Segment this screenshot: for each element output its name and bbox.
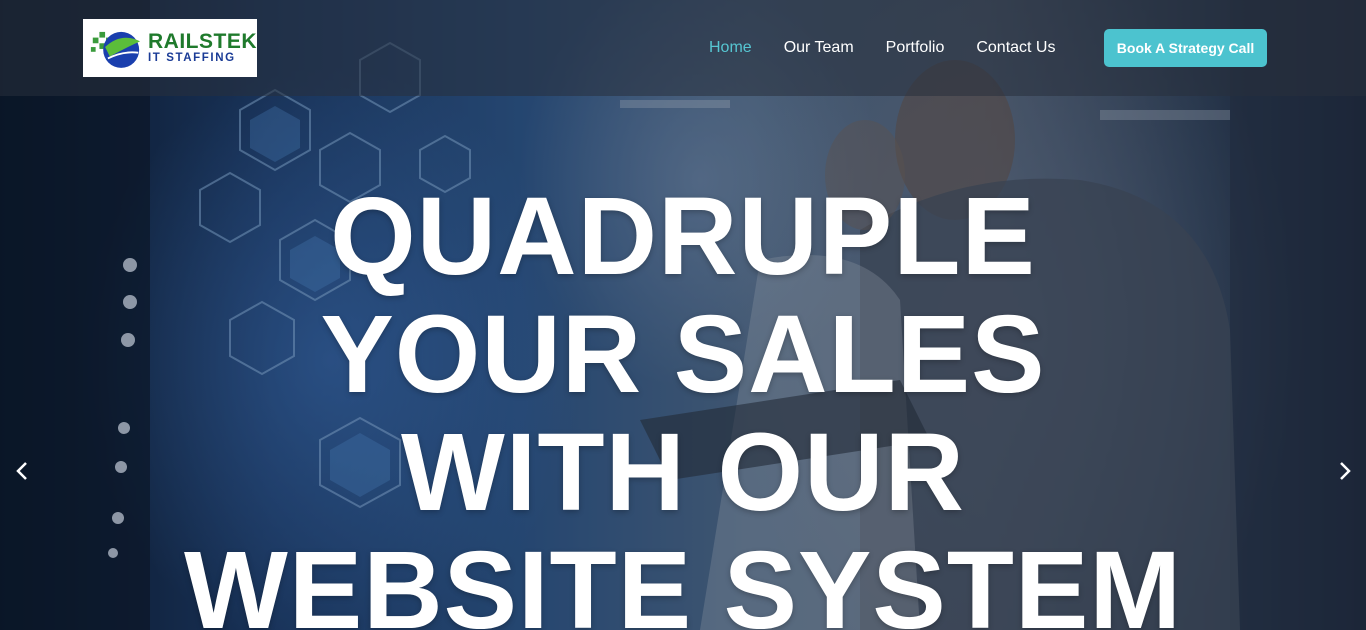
headline-line: YOUR SALES — [320, 293, 1046, 416]
site-header: RAILSTEK IT STAFFING Home Our Team Portf… — [0, 0, 1366, 96]
hero-headline: QUADRUPLE YOUR SALES WITH OUR WEBSITE SY… — [0, 178, 1366, 630]
book-strategy-call-button[interactable]: Book A Strategy Call — [1104, 29, 1267, 67]
headline-line: QUADRUPLE — [330, 175, 1036, 298]
nav-item-portfolio[interactable]: Portfolio — [886, 39, 945, 57]
nav-item-home[interactable]: Home — [709, 39, 752, 57]
nav-item-our-team[interactable]: Our Team — [784, 39, 854, 57]
slider-next-button[interactable] — [1330, 456, 1360, 486]
slider-prev-button[interactable] — [7, 456, 37, 486]
hero-slider: RAILSTEK IT STAFFING Home Our Team Portf… — [0, 0, 1366, 630]
main-nav: Home Our Team Portfolio Contact Us — [709, 30, 1087, 66]
chevron-right-icon — [1340, 462, 1351, 480]
site-logo[interactable]: RAILSTEK IT STAFFING — [83, 19, 257, 77]
headline-line: WEBSITE SYSTEM — [184, 529, 1182, 630]
railstek-globe-icon — [90, 31, 141, 68]
logo-subtitle: IT STAFFING — [148, 52, 236, 65]
headline-line: WITH OUR — [400, 411, 965, 534]
chevron-left-icon — [16, 462, 27, 480]
nav-item-contact-us[interactable]: Contact Us — [976, 39, 1055, 57]
logo-name: RAILSTEK — [148, 30, 257, 54]
